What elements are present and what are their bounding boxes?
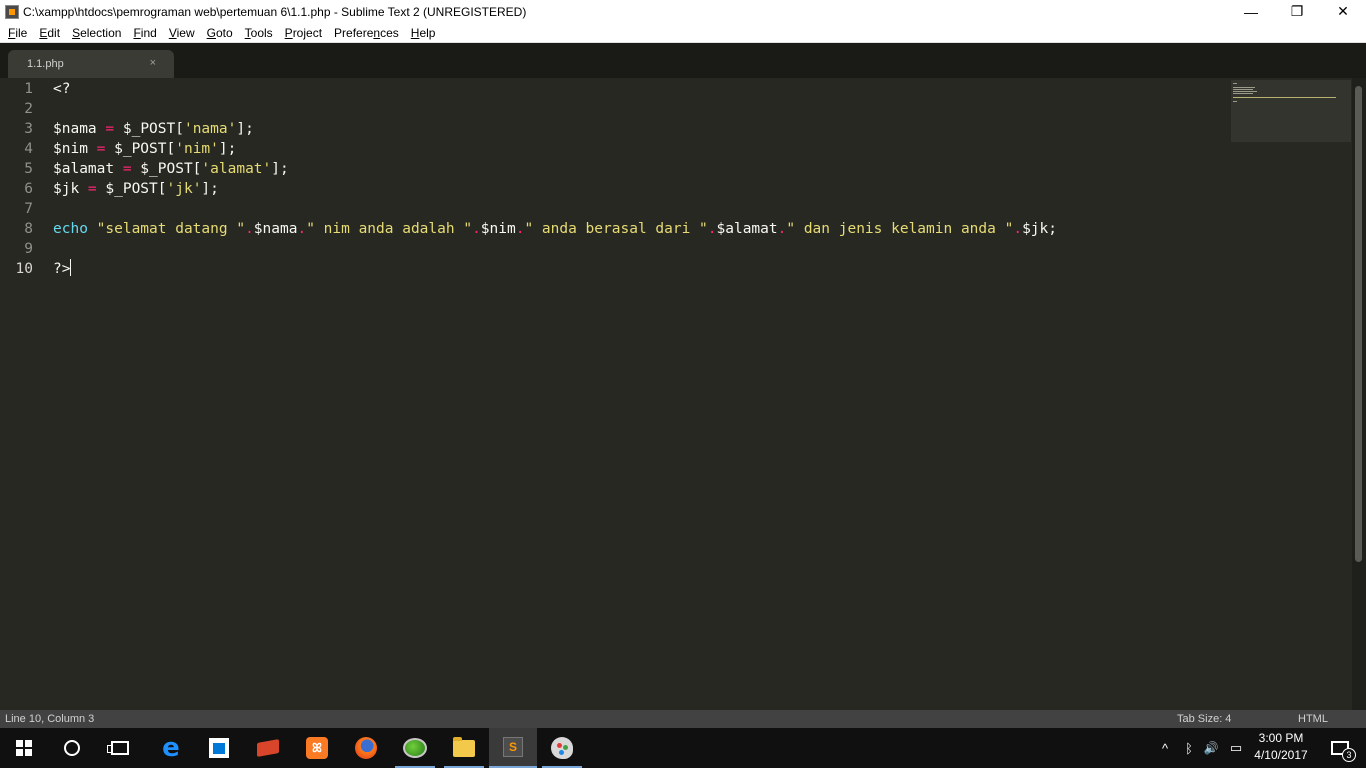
tab-size-indicator[interactable]: Tab Size: 4 <box>1177 713 1231 725</box>
firefox-icon <box>355 737 377 759</box>
line-number: 7 <box>24 201 33 217</box>
code-line-4: $nim = $_POST['nim']; <box>53 141 237 157</box>
paint-palette-icon <box>551 737 573 759</box>
search-button[interactable] <box>48 728 96 768</box>
taskbar: e ꕤ S ^ ᛒ 🔊 ▭ 3:00 PM 4/10/2017 3 <box>0 728 1366 768</box>
network-icon: ▭ <box>1229 740 1243 755</box>
line-number: 8 <box>24 221 33 237</box>
book-icon <box>257 739 279 757</box>
bluetooth-button[interactable]: ᛒ <box>1179 728 1199 768</box>
network-button[interactable]: ▭ <box>1226 728 1246 768</box>
code-line-10: ?> <box>53 259 72 277</box>
xampp-icon: ꕤ <box>306 737 328 759</box>
menu-tools[interactable]: Tools <box>239 26 279 40</box>
line-number: 3 <box>24 121 33 137</box>
clock[interactable]: 3:00 PM 4/10/2017 <box>1250 730 1312 766</box>
chevron-up-icon: ^ <box>1161 740 1169 756</box>
start-button[interactable] <box>0 728 48 768</box>
window-title: C:\xampp\htdocs\pemrograman web\pertemua… <box>23 4 527 19</box>
close-button[interactable]: ✕ <box>1320 0 1366 23</box>
volume-icon: 🔊 <box>1203 741 1219 755</box>
minimap-line <box>1233 101 1237 102</box>
menu-bar: File Edit Selection Find View Goto Tools… <box>0 23 1366 43</box>
restore-button[interactable]: ❐ <box>1274 0 1320 23</box>
menu-file[interactable]: File <box>2 26 33 40</box>
minimap-line <box>1233 93 1253 94</box>
line-number: 4 <box>24 141 33 157</box>
tab-label: 1.1.php <box>27 58 64 70</box>
paint-button[interactable] <box>538 728 586 768</box>
menu-project[interactable]: Project <box>279 26 328 40</box>
notification-count-badge: 3 <box>1342 748 1356 762</box>
minimap-line <box>1233 83 1237 84</box>
minimap[interactable] <box>1231 80 1351 142</box>
sublime-taskbar-button[interactable]: S <box>489 728 537 768</box>
minimize-button[interactable]: — <box>1228 0 1274 23</box>
task-view-button[interactable] <box>96 728 144 768</box>
store-icon <box>209 738 229 758</box>
line-number: 2 <box>24 101 33 117</box>
minimap-line <box>1233 91 1257 92</box>
file-explorer-button[interactable] <box>440 728 488 768</box>
code-line-6: $jk = $_POST['jk']; <box>53 181 219 197</box>
minimap-line <box>1233 87 1255 88</box>
line-number: 9 <box>24 241 33 257</box>
bluetooth-icon: ᛒ <box>1185 740 1193 756</box>
vertical-scrollbar[interactable] <box>1352 78 1366 710</box>
line-number-gutter: 1 2 3 4 5 6 7 8 9 10 <box>0 78 44 710</box>
code-line-8: echo "selamat datang ".$nama." nim anda … <box>53 221 1057 237</box>
sublime-app-icon[interactable] <box>5 4 19 19</box>
cursor-position: Line 10, Column 3 <box>5 713 95 725</box>
volume-button[interactable]: 🔊 <box>1201 728 1221 768</box>
browser-globe-button[interactable] <box>391 728 439 768</box>
globe-icon <box>403 738 427 758</box>
scrollbar-thumb[interactable] <box>1355 86 1362 562</box>
syntax-indicator[interactable]: HTML <box>1298 713 1328 725</box>
menu-edit[interactable]: Edit <box>33 26 66 40</box>
menu-find[interactable]: Find <box>127 26 162 40</box>
tab-close-icon[interactable]: × <box>150 57 156 69</box>
menu-view[interactable]: View <box>163 26 201 40</box>
edge-icon: e <box>162 733 180 763</box>
status-bar: Line 10, Column 3 Tab Size: 4 HTML <box>0 710 1366 728</box>
code-editor[interactable]: 1 2 3 4 5 6 7 8 9 10 <? $nama = $_POST['… <box>0 78 1352 710</box>
firefox-button[interactable] <box>342 728 390 768</box>
task-view-icon <box>107 741 129 755</box>
line-number-active: 10 <box>15 261 33 277</box>
tab-strip: 1.1.php × <box>0 43 1366 78</box>
line-number: 1 <box>24 81 33 97</box>
line-number: 5 <box>24 161 33 177</box>
clock-time: 3:00 PM <box>1258 731 1304 745</box>
minimap-line <box>1233 89 1253 90</box>
notification-icon: 3 <box>1331 741 1356 762</box>
tab-1-1-php[interactable]: 1.1.php × <box>8 50 174 78</box>
folder-icon <box>453 736 475 757</box>
action-center-button[interactable]: 3 <box>1320 728 1360 768</box>
code-line-5: $alamat = $_POST['alamat']; <box>53 161 289 177</box>
code-line-3: $nama = $_POST['nama']; <box>53 121 254 137</box>
line-number: 6 <box>24 181 33 197</box>
clock-date: 4/10/2017 <box>1254 748 1308 762</box>
edge-button[interactable]: e <box>147 728 195 768</box>
menu-goto[interactable]: Goto <box>201 26 239 40</box>
title-bar: C:\xampp\htdocs\pemrograman web\pertemua… <box>0 0 1366 23</box>
text-cursor <box>70 259 72 276</box>
cortana-circle-icon <box>64 740 80 756</box>
window-controls: — ❐ ✕ <box>1228 0 1366 23</box>
menu-preferences[interactable]: Preferences <box>328 26 405 40</box>
menu-selection[interactable]: Selection <box>66 26 127 40</box>
menu-help[interactable]: Help <box>405 26 442 40</box>
minimap-line <box>1233 97 1336 98</box>
xampp-button[interactable]: ꕤ <box>293 728 341 768</box>
sublime-text-icon: S <box>503 737 523 757</box>
show-hidden-icons-button[interactable]: ^ <box>1155 728 1175 768</box>
code-line-1: <? <box>53 81 71 97</box>
store-button[interactable] <box>195 728 243 768</box>
windows-logo-icon <box>16 740 32 756</box>
book-app-button[interactable] <box>244 728 292 768</box>
